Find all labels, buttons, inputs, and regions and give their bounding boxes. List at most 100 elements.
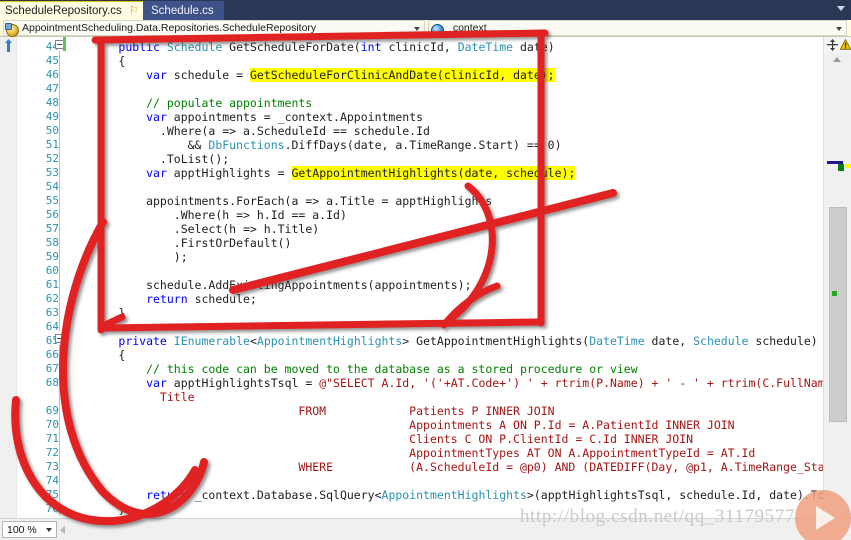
tab-schedule[interactable]: Schedule.cs [143, 1, 224, 20]
line-number: 75 [45, 488, 59, 501]
code-line[interactable]: } [63, 502, 125, 516]
warning-icon[interactable] [840, 39, 851, 50]
code-token: return [146, 292, 188, 306]
code-line[interactable]: appointments.ForEach(a => a.Title = appt… [63, 194, 492, 208]
code-token: FROM Patients P INNER JOIN [63, 404, 555, 418]
code-token: // populate appointments [63, 96, 313, 110]
code-line[interactable]: .Where(h => h.Id == a.Id) [63, 208, 347, 222]
code-token: AppointmentHighlights [256, 334, 403, 348]
code-token: schedule) [748, 334, 818, 348]
code-line[interactable]: var schedule = GetScheduleForClinicAndDa… [63, 68, 555, 82]
code-text-area[interactable]: public Schedule GetScheduleForDate(int c… [63, 37, 823, 518]
line-number: 52 [45, 152, 59, 165]
line-number: 63 [45, 306, 59, 319]
code-line[interactable]: var apptHighlights = GetAppointmentHighl… [63, 166, 576, 180]
code-token: .FirstOrDefault() [63, 236, 292, 250]
chevron-down-icon[interactable] [46, 528, 52, 532]
code-line[interactable]: .ToList(); [63, 152, 229, 166]
code-line[interactable]: FROM Patients P INNER JOIN [63, 404, 555, 418]
code-token: } [63, 306, 126, 320]
code-line[interactable]: { [63, 54, 125, 68]
code-line[interactable]: Title [63, 390, 195, 404]
line-number: 50 [45, 124, 59, 137]
vertical-scrollbar[interactable] [823, 37, 851, 518]
code-line[interactable]: return schedule; [63, 292, 257, 306]
scroll-left-arrow-icon[interactable] [60, 526, 65, 534]
split-view-icon[interactable] [827, 39, 838, 51]
code-line[interactable]: // this code can be moved to the databas… [63, 362, 638, 376]
code-token: >(apptHighlightsTsql, schedule.Id, date)… [526, 488, 823, 502]
line-number: 69 [45, 404, 59, 417]
code-token: IEnumerable [173, 334, 250, 348]
outline-guide-line [59, 345, 60, 515]
line-number: 51 [45, 138, 59, 151]
code-token: Clients C ON P.ClientId = C.Id INNER JOI… [63, 432, 694, 446]
scroll-up-arrow-icon[interactable] [833, 57, 841, 62]
code-token: Title [63, 390, 195, 404]
code-line[interactable]: Appointments A ON P.Id = A.PatientId INN… [63, 418, 734, 432]
indicator-margin[interactable] [0, 37, 17, 518]
zoom-level-value: 100 % [7, 523, 37, 536]
code-line[interactable]: && DbFunctions.DiffDays(date, a.TimeRang… [63, 138, 562, 152]
code-line[interactable]: .Where(a => a.ScheduleId == schedule.Id [63, 124, 430, 138]
code-line[interactable]: var appointments = _context.Appointments [63, 110, 423, 124]
code-token: clinicId, [381, 40, 458, 54]
code-line[interactable]: { [63, 348, 125, 362]
tab-schedule-repository[interactable]: ScheduleRepository.cs ⚐ ✕ [0, 1, 159, 20]
code-line[interactable]: .Select(h => h.Title) [63, 222, 319, 236]
code-token: return [146, 488, 188, 502]
code-token: < [249, 334, 257, 348]
code-token: _context.Database.SqlQuery< [187, 488, 382, 502]
line-number: 56 [45, 208, 59, 221]
code-token: private [118, 334, 174, 348]
code-line[interactable]: var apptHighlightsTsql = @"SELECT A.Id, … [63, 376, 823, 390]
code-line[interactable]: // populate appointments [63, 96, 312, 110]
code-token: appointments = _context.Appointments [166, 110, 424, 124]
member-dropdown[interactable]: _context [428, 20, 847, 37]
line-number: 47 [45, 82, 59, 95]
member-dropdown-value: _context [447, 22, 487, 34]
code-line[interactable]: } [63, 306, 125, 320]
scrollbar-tools [824, 37, 851, 53]
code-token: // this code can be moved to the databas… [63, 362, 638, 376]
code-line[interactable]: WHERE (A.ScheduleId = @p0) AND (DATEDIFF… [63, 460, 823, 474]
pin-icon[interactable]: ⚐ [129, 5, 139, 17]
watermark-text: http://blog.csdn.net/qq_31179577 [520, 506, 795, 527]
code-editor[interactable]: 44 45 46 47 48 49 50 51 52 53 54 55 56 57 58 59 60 61 62 63… [0, 37, 851, 518]
tab-list-menu-icon[interactable] [837, 6, 845, 11]
code-token: schedule = [166, 68, 250, 82]
line-number: 46 [45, 68, 59, 81]
code-token: GetScheduleForDate( [222, 40, 361, 54]
code-token: WHERE (A.ScheduleId = @p0) AND (DATEDIFF… [63, 460, 823, 474]
line-number: 68 [45, 376, 59, 389]
outline-guide-line [59, 51, 60, 331]
chevron-down-icon[interactable] [414, 27, 420, 31]
code-token: var [146, 376, 167, 390]
line-number: 70 [45, 418, 59, 431]
zoom-level-selector[interactable]: 100 % [2, 521, 57, 538]
code-token: { [63, 54, 126, 68]
code-line[interactable]: return _context.Database.SqlQuery<Appoin… [63, 488, 823, 502]
code-token: schedule; [187, 292, 257, 306]
code-line[interactable]: AppointmentTypes AT ON A.AppointmentType… [63, 446, 755, 460]
line-number-gutter: 44 45 46 47 48 49 50 51 52 53 54 55 56 57 58 59 60 61 62 63… [17, 37, 63, 518]
code-line[interactable]: Clients C ON P.ClientId = C.Id INNER JOI… [63, 432, 693, 446]
chevron-down-icon[interactable] [836, 27, 842, 31]
field-icon [431, 23, 444, 37]
line-number: 66 [45, 348, 59, 361]
type-dropdown[interactable]: AppointmentScheduling.Data.Repositories.… [3, 20, 425, 37]
code-line[interactable]: private IEnumerable<AppointmentHighlight… [63, 334, 818, 348]
code-token: } [63, 502, 126, 516]
code-token: .ToList(); [63, 152, 230, 166]
code-line[interactable]: .FirstOrDefault() [63, 236, 292, 250]
code-token: var [146, 166, 167, 180]
code-line[interactable]: ); [63, 250, 188, 264]
code-line[interactable]: schedule.AddExistingAppointments(appoint… [63, 278, 471, 292]
code-token: .Where(h => h.Id == a.Id) [63, 208, 347, 222]
code-line[interactable]: public Schedule GetScheduleForDate(int c… [63, 40, 554, 54]
scrollbar-thumb[interactable] [829, 207, 847, 422]
